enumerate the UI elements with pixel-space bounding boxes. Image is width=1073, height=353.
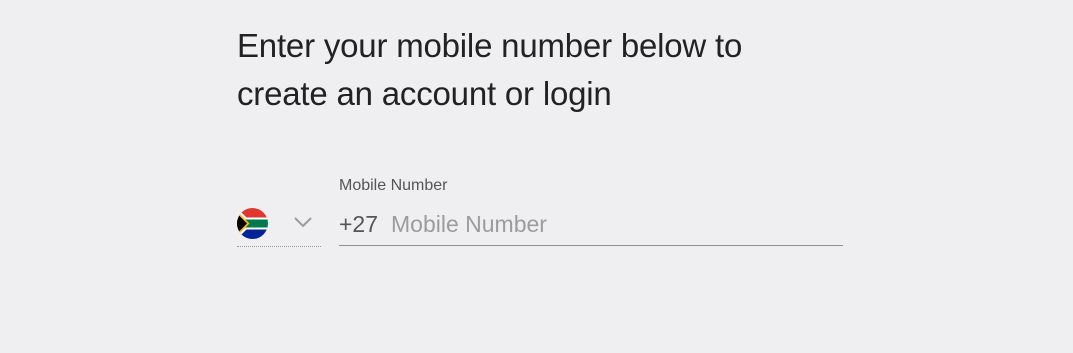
mobile-number-input[interactable] [391, 208, 831, 240]
mobile-number-label: Mobile Number [339, 177, 448, 194]
south-africa-flag-icon [237, 208, 268, 239]
heading-block: Enter your mobile number below to create… [237, 22, 843, 118]
heading-line-2: create an account or login [237, 75, 612, 112]
heading-line-1: Enter your mobile number below to [237, 27, 743, 64]
mobile-number-row: +27 [339, 206, 843, 246]
country-code-prefix: +27 [339, 211, 379, 237]
country-code-select[interactable] [237, 206, 321, 247]
chevron-down-icon [293, 215, 313, 229]
mobile-number-field: Mobile Number +27 [339, 176, 843, 246]
page-heading: Enter your mobile number below to create… [237, 22, 843, 118]
